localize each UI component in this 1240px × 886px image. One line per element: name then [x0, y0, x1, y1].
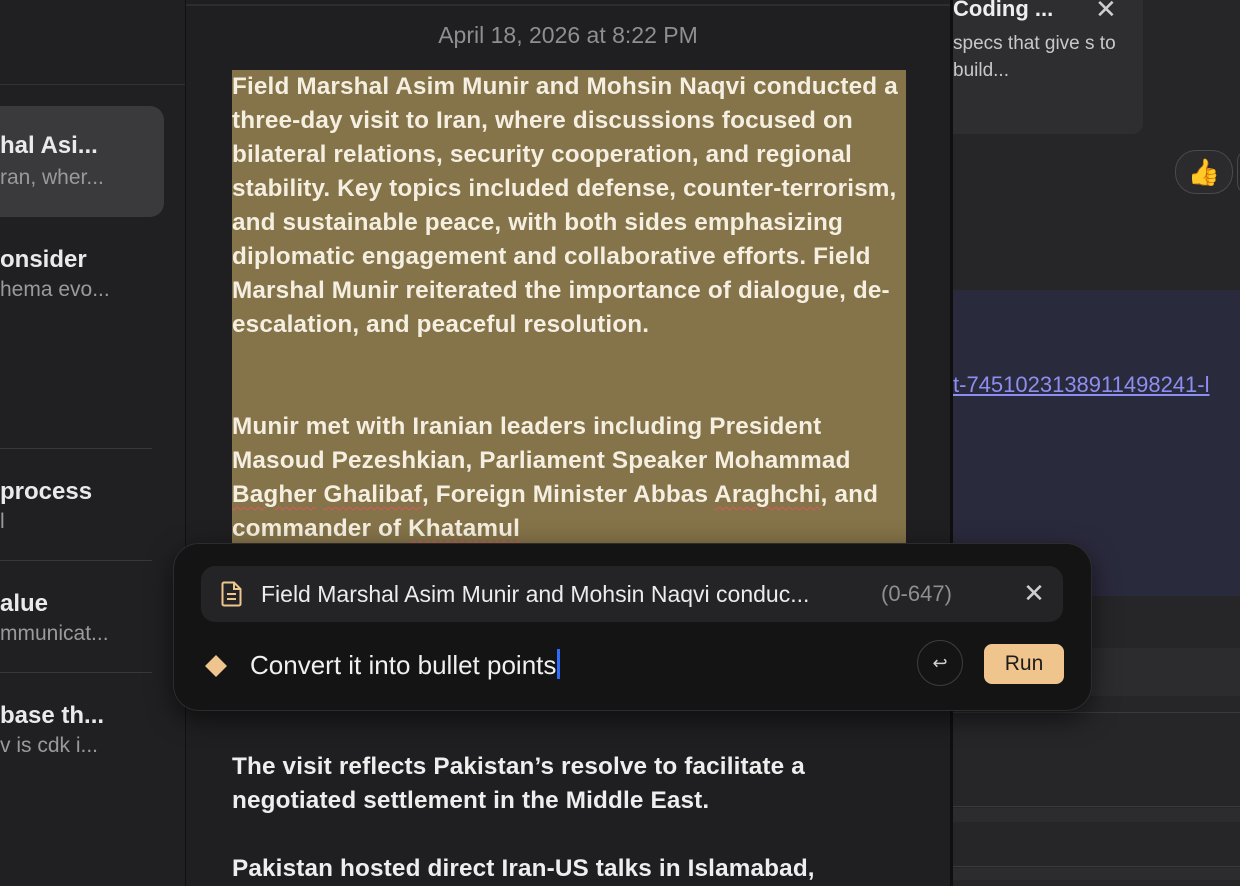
note-title: hal Asi...	[0, 132, 98, 159]
note-list-pane: hal Asi... ran, wher... onsider hema evo…	[0, 0, 186, 886]
misspelled-word[interactable]: Ghalibaf	[324, 481, 422, 508]
note-snippet: v is cdk i...	[0, 734, 99, 757]
body-paragraph[interactable]: The visit reflects Pakistan’s resolve to…	[232, 750, 904, 818]
note-title: process	[0, 478, 93, 505]
prompt-input[interactable]: Convert it into bullet points	[250, 649, 870, 683]
note-title: alue	[0, 590, 49, 617]
list-divider	[0, 84, 185, 85]
context-range: (0-647)	[881, 581, 952, 606]
misspelled-word[interactable]: Bagher	[232, 481, 317, 508]
card-description: specs that give s to build...	[953, 33, 1116, 81]
list-divider	[0, 560, 152, 561]
text-run	[317, 481, 324, 508]
return-icon[interactable]: ↩	[917, 640, 963, 686]
body-paragraph[interactable]: Munir met with Iranian leaders including…	[232, 410, 904, 546]
note-title: base th...	[0, 702, 105, 729]
card-title: Coding ...	[953, 0, 1054, 21]
note-snippet: mmunicat...	[0, 622, 109, 645]
prompt-input-text: Convert it into bullet points	[250, 650, 557, 680]
close-icon[interactable]: ✕	[1095, 0, 1117, 25]
divider	[953, 712, 1240, 713]
text-run: Munir met with Iranian leaders including…	[232, 413, 851, 474]
right-pane: Coding ... ✕ specs that give s to build.…	[953, 0, 1240, 886]
note-item[interactable]: hal Asi... ran, wher...	[0, 106, 164, 217]
note-snippet: ran, wher...	[0, 166, 104, 189]
text-run: , Foreign Minister Abbas	[421, 481, 715, 508]
body-paragraph[interactable]: Pakistan hosted direct Iran-US talks in …	[232, 852, 904, 886]
message-row	[953, 808, 1240, 822]
ai-prompt-panel: Field Marshal Asim Munir and Mohsin Naqv…	[173, 543, 1092, 711]
message-row	[953, 868, 1240, 880]
editor-top-divider	[186, 4, 950, 6]
message-link[interactable]: t-7451023138911498241-l	[953, 372, 1210, 398]
context-snippet: Field Marshal Asim Munir and Mohsin Naqv…	[261, 581, 810, 607]
text-caret	[557, 649, 561, 679]
note-item[interactable]: onsider hema evo...	[0, 234, 164, 434]
misspelled-word[interactable]: Khatamul	[408, 515, 520, 542]
thumbs-up-reaction[interactable]: 👍	[1175, 150, 1233, 194]
selection-context-chip[interactable]: Field Marshal Asim Munir and Mohsin Naqv…	[201, 566, 1063, 622]
document-icon	[221, 581, 242, 607]
note-snippet: l	[0, 510, 5, 533]
note-editor[interactable]: April 18, 2026 at 8:22 PM Field Marshal …	[186, 0, 950, 886]
note-snippet: hema evo...	[0, 278, 110, 301]
note-item[interactable]: process l	[0, 466, 164, 556]
list-divider	[0, 672, 152, 673]
list-divider	[0, 448, 152, 449]
divider	[953, 866, 1240, 867]
close-icon[interactable]: ✕	[1019, 578, 1049, 609]
divider	[953, 806, 1240, 807]
note-title: onsider	[0, 246, 87, 273]
note-date: April 18, 2026 at 8:22 PM	[438, 22, 698, 48]
misspelled-word[interactable]: Araghchi	[714, 481, 821, 508]
note-item[interactable]: base th... v is cdk i...	[0, 690, 164, 780]
diamond-icon	[205, 655, 227, 677]
note-item[interactable]: alue mmunicat...	[0, 578, 164, 668]
body-paragraph[interactable]: Field Marshal Asim Munir and Mohsin Naqv…	[232, 70, 904, 342]
run-button[interactable]: Run	[984, 644, 1064, 684]
info-card[interactable]: Coding ... ✕ specs that give s to build.…	[953, 0, 1143, 134]
